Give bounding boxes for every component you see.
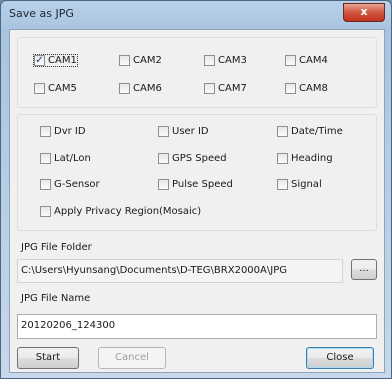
checkbox-cam4-box[interactable] [285, 55, 296, 66]
checkbox-heading-label: Heading [291, 153, 333, 164]
checkbox-date-time-box[interactable] [277, 126, 288, 137]
checkbox-pulse-speed-box[interactable] [158, 179, 169, 190]
checkbox-cam6-box[interactable] [119, 83, 130, 94]
checkbox-lat-lon-box[interactable] [40, 153, 51, 164]
checkbox-cam7-box[interactable] [204, 83, 215, 94]
checkbox-cam2-label: CAM2 [133, 55, 162, 66]
window-title: Save as JPG [9, 7, 74, 20]
checkbox-signal[interactable]: Signal [277, 179, 322, 190]
title-bar[interactable]: Save as JPG x [1, 1, 391, 27]
checkbox-g-sensor-label: G-Sensor [54, 179, 100, 190]
folder-label: JPG File Folder [21, 242, 92, 253]
checkbox-cam3[interactable]: CAM3 [204, 55, 247, 66]
overlay-options-group: Dvr ID User ID Date/Time Lat/Lon GPS Spe… [17, 114, 377, 231]
folder-path-field[interactable]: C:\Users\Hyunsang\Documents\D-TEG\BRX200… [17, 259, 343, 283]
checkbox-cam5-box[interactable] [34, 83, 45, 94]
checkbox-user-id-box[interactable] [158, 126, 169, 137]
file-name-label: JPG File Name [21, 293, 91, 304]
checkbox-cam3-box[interactable] [204, 55, 215, 66]
checkbox-pulse-speed-label: Pulse Speed [172, 179, 233, 190]
checkbox-cam5[interactable]: CAM5 [34, 83, 77, 94]
checkbox-signal-label: Signal [291, 179, 322, 190]
checkbox-cam7-label: CAM7 [218, 83, 247, 94]
checkbox-cam1-label: CAM1 [48, 55, 77, 66]
checkbox-cam4[interactable]: CAM4 [285, 55, 328, 66]
checkbox-date-time-label: Date/Time [291, 126, 343, 137]
dialog-body: ✓ CAM1 CAM2 CAM3 CAM4 CAM5 CAM6 CAM7 CAM… [9, 29, 385, 373]
checkbox-cam2[interactable]: CAM2 [119, 55, 162, 66]
checkbox-privacy-region-label: Apply Privacy Region(Mosaic) [54, 206, 202, 217]
checkbox-privacy-region[interactable]: Apply Privacy Region(Mosaic) [40, 206, 201, 217]
checkbox-user-id-label: User ID [172, 126, 209, 137]
checkbox-cam6-label: CAM6 [133, 83, 162, 94]
checkbox-gps-speed[interactable]: GPS Speed [158, 153, 227, 164]
checkbox-lat-lon[interactable]: Lat/Lon [40, 153, 91, 164]
checkbox-gps-speed-box[interactable] [158, 153, 169, 164]
checkbox-cam3-label: CAM3 [218, 55, 247, 66]
checkbox-cam5-label: CAM5 [48, 83, 77, 94]
checkbox-heading-box[interactable] [277, 153, 288, 164]
checkbox-dvr-id-box[interactable] [40, 126, 51, 137]
checkbox-cam8-label: CAM8 [299, 83, 328, 94]
checkbox-cam6[interactable]: CAM6 [119, 83, 162, 94]
checkbox-cam1[interactable]: ✓ CAM1 [33, 54, 78, 67]
checkbox-heading[interactable]: Heading [277, 153, 333, 164]
checkbox-g-sensor-box[interactable] [40, 179, 51, 190]
checkbox-g-sensor[interactable]: G-Sensor [40, 179, 100, 190]
camera-group: ✓ CAM1 CAM2 CAM3 CAM4 CAM5 CAM6 CAM7 CAM… [17, 37, 377, 108]
window-close-button[interactable]: x [343, 3, 385, 22]
checkbox-cam7[interactable]: CAM7 [204, 83, 247, 94]
close-button[interactable]: Close [306, 347, 374, 369]
checkbox-cam8-box[interactable] [285, 83, 296, 94]
check-icon: ✓ [35, 54, 44, 66]
save-as-jpg-dialog: Save as JPG x ✓ CAM1 CAM2 CAM3 CAM4 CAM5… [0, 0, 392, 379]
checkbox-dvr-id-label: Dvr ID [54, 126, 86, 137]
checkbox-cam8[interactable]: CAM8 [285, 83, 328, 94]
checkbox-pulse-speed[interactable]: Pulse Speed [158, 179, 233, 190]
checkbox-lat-lon-label: Lat/Lon [54, 153, 91, 164]
checkbox-privacy-region-box[interactable] [40, 206, 51, 217]
checkbox-date-time[interactable]: Date/Time [277, 126, 343, 137]
checkbox-dvr-id[interactable]: Dvr ID [40, 126, 86, 137]
checkbox-cam1-box[interactable]: ✓ [34, 55, 45, 66]
checkbox-cam2-box[interactable] [119, 55, 130, 66]
browse-folder-button[interactable]: ... [351, 259, 377, 280]
checkbox-user-id[interactable]: User ID [158, 126, 209, 137]
checkbox-signal-box[interactable] [277, 179, 288, 190]
start-button[interactable]: Start [17, 347, 79, 369]
checkbox-cam4-label: CAM4 [299, 55, 328, 66]
cancel-button: Cancel [98, 347, 166, 369]
file-name-input[interactable]: 20120206_124300 [17, 314, 377, 339]
checkbox-gps-speed-label: GPS Speed [172, 153, 227, 164]
